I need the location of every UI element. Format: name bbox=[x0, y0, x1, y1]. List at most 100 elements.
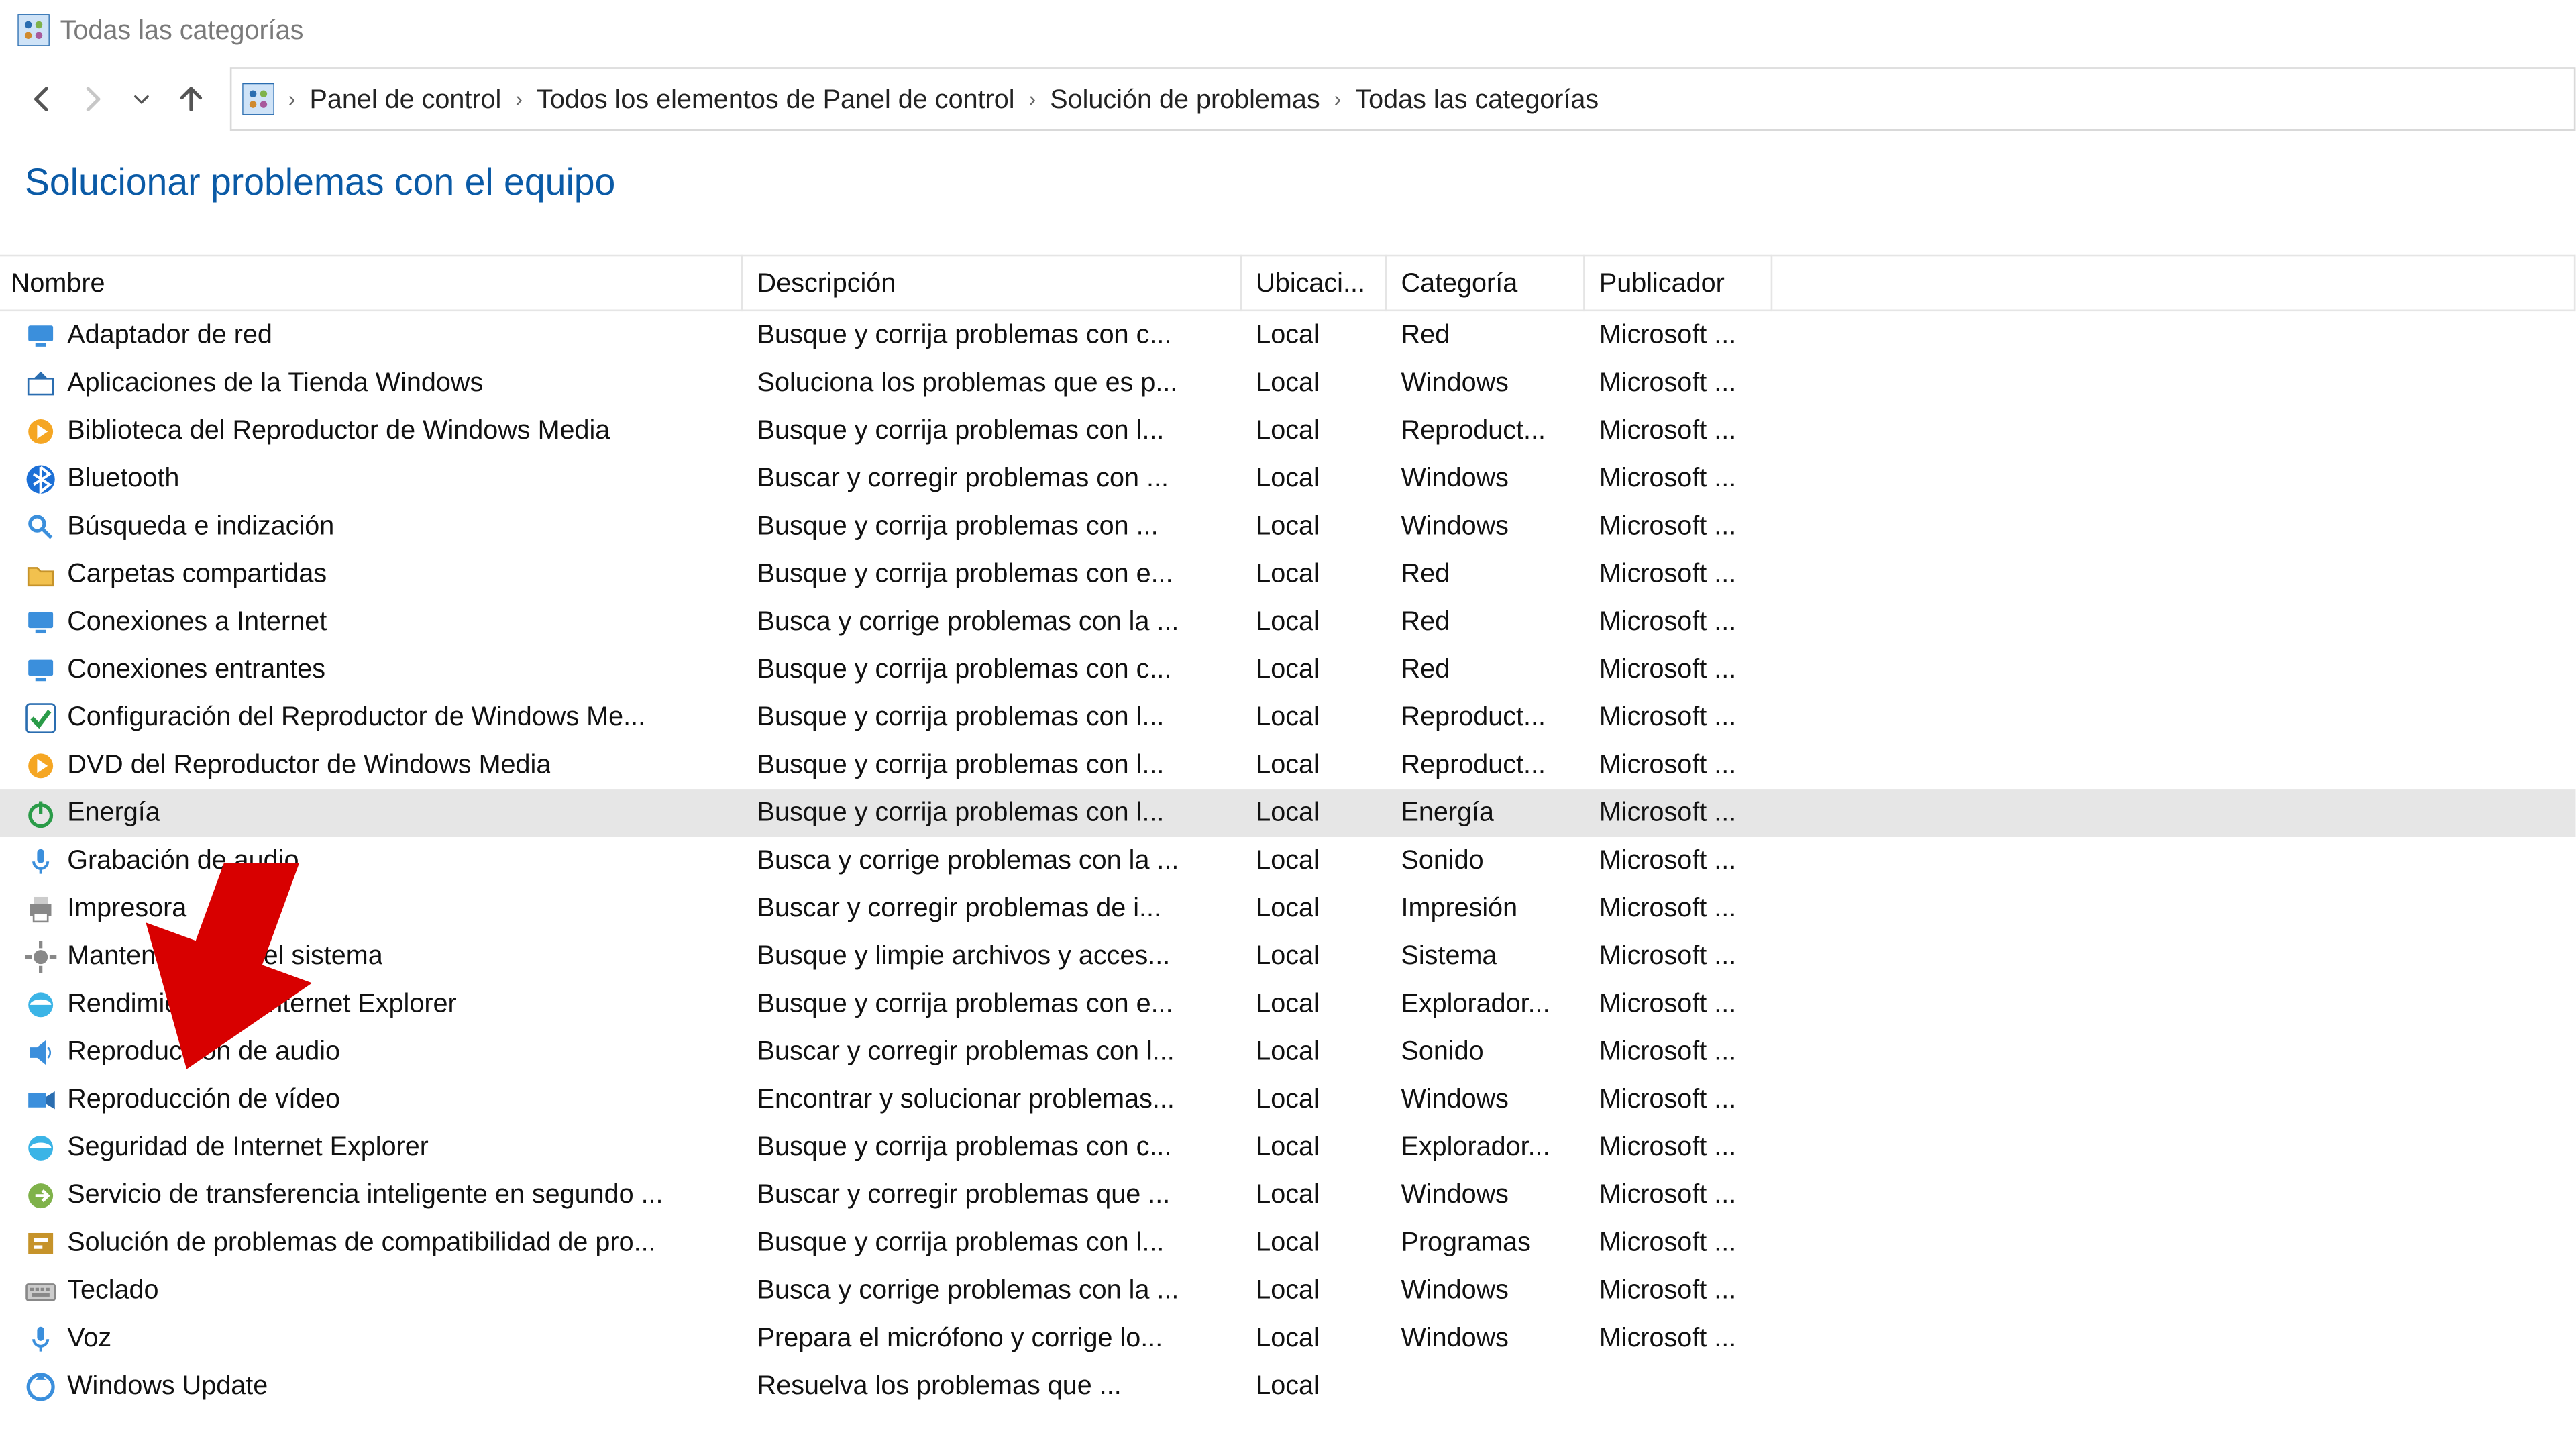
item-category: Windows bbox=[1401, 1275, 1509, 1305]
list-item[interactable]: BluetoothBuscar y corregir problemas con… bbox=[0, 455, 2575, 502]
item-category: Reproduct... bbox=[1401, 416, 1546, 446]
store-icon bbox=[25, 367, 56, 398]
list-item[interactable]: TecladoBusca y corrige problemas con la … bbox=[0, 1267, 2575, 1314]
item-category: Red bbox=[1401, 320, 1450, 350]
chevron-right-icon[interactable]: › bbox=[512, 87, 526, 111]
list-item[interactable]: DVD del Reproductor de Windows MediaBusq… bbox=[0, 741, 2575, 789]
wmp-icon bbox=[25, 749, 56, 781]
item-name: Mantenimiento del sistema bbox=[67, 941, 382, 971]
item-name: Rendimiento de Internet Explorer bbox=[67, 989, 456, 1019]
item-category: Windows bbox=[1401, 1084, 1509, 1114]
list-item[interactable]: Rendimiento de Internet ExplorerBusque y… bbox=[0, 980, 2575, 1028]
chevron-right-icon[interactable]: › bbox=[1330, 87, 1344, 111]
item-name: Servicio de transferencia inteligente en… bbox=[67, 1180, 663, 1210]
item-name: Búsqueda e indización bbox=[67, 511, 334, 541]
item-publisher: Microsoft ... bbox=[1599, 320, 1736, 350]
item-publisher: Microsoft ... bbox=[1599, 606, 1736, 637]
list-item[interactable]: Conexiones entrantesBusque y corrija pro… bbox=[0, 646, 2575, 694]
item-location: Local bbox=[1256, 798, 1320, 828]
page-title: Solucionar problemas con el equipo bbox=[0, 138, 2575, 205]
item-location: Local bbox=[1256, 1323, 1320, 1353]
list-item[interactable]: Mantenimiento del sistemaBusque y limpie… bbox=[0, 932, 2575, 980]
wmp-icon bbox=[25, 415, 56, 446]
recent-locations-dropdown[interactable] bbox=[117, 74, 166, 124]
mic-icon bbox=[25, 1322, 56, 1354]
item-publisher: Microsoft ... bbox=[1599, 1132, 1736, 1163]
item-desc: Busque y corrija problemas con l... bbox=[757, 416, 1165, 446]
item-desc: Busca y corrige problemas con la ... bbox=[757, 606, 1179, 637]
breadcrumb-segment[interactable]: Solución de problemas bbox=[1039, 84, 1330, 114]
breadcrumb-segment[interactable]: Todos los elementos de Panel de control bbox=[526, 84, 1025, 114]
chevron-right-icon[interactable]: › bbox=[285, 87, 299, 111]
column-header-publisher[interactable]: Publicador bbox=[1585, 255, 1773, 311]
item-category: Explorador... bbox=[1401, 989, 1550, 1019]
item-publisher: Microsoft ... bbox=[1599, 1323, 1736, 1353]
list-item[interactable]: Biblioteca del Reproductor de Windows Me… bbox=[0, 407, 2575, 455]
item-category: Windows bbox=[1401, 464, 1509, 494]
item-desc: Buscar y corregir problemas con ... bbox=[757, 464, 1169, 494]
video-icon bbox=[25, 1083, 56, 1115]
item-location: Local bbox=[1256, 1084, 1320, 1114]
list-item[interactable]: Solución de problemas de compatibilidad … bbox=[0, 1219, 2575, 1267]
item-publisher: Microsoft ... bbox=[1599, 655, 1736, 685]
column-header-category[interactable]: Categoría bbox=[1387, 255, 1585, 311]
item-name: Seguridad de Internet Explorer bbox=[67, 1132, 429, 1163]
list-item[interactable]: Carpetas compartidasBusque y corrija pro… bbox=[0, 550, 2575, 598]
item-category: Windows bbox=[1401, 1323, 1509, 1353]
item-location: Local bbox=[1256, 845, 1320, 875]
item-category: Reproduct... bbox=[1401, 702, 1546, 733]
chevron-right-icon[interactable]: › bbox=[1025, 87, 1039, 111]
address-bar[interactable]: › Panel de control › Todos los elementos… bbox=[230, 67, 2576, 131]
item-desc: Encontrar y solucionar problemas... bbox=[757, 1084, 1175, 1114]
list-item[interactable]: Conexiones a InternetBusca y corrige pro… bbox=[0, 598, 2575, 645]
item-publisher: Microsoft ... bbox=[1599, 894, 1736, 924]
item-publisher: Microsoft ... bbox=[1599, 798, 1736, 828]
item-name: Voz bbox=[67, 1323, 111, 1353]
item-location: Local bbox=[1256, 894, 1320, 924]
item-location: Local bbox=[1256, 1275, 1320, 1305]
item-publisher: Microsoft ... bbox=[1599, 989, 1736, 1019]
column-header-location[interactable]: Ubicaci... bbox=[1242, 255, 1387, 311]
list-item[interactable]: Adaptador de redBusque y corrija problem… bbox=[0, 311, 2575, 359]
list-item[interactable]: Reproducción de audioBuscar y corregir p… bbox=[0, 1028, 2575, 1075]
item-name: Configuración del Reproductor de Windows… bbox=[67, 702, 645, 733]
list-item[interactable]: Reproducción de vídeoEncontrar y solucio… bbox=[0, 1075, 2575, 1123]
forward-button[interactable] bbox=[67, 74, 117, 124]
back-button[interactable] bbox=[17, 74, 67, 124]
column-header-desc[interactable]: Descripción bbox=[743, 255, 1242, 311]
item-location: Local bbox=[1256, 989, 1320, 1019]
item-publisher: Microsoft ... bbox=[1599, 1228, 1736, 1258]
list-item[interactable]: Configuración del Reproductor de Windows… bbox=[0, 694, 2575, 741]
column-header-name[interactable]: Nombre bbox=[0, 255, 743, 311]
item-category: Windows bbox=[1401, 511, 1509, 541]
item-category: Sonido bbox=[1401, 845, 1484, 875]
item-name: Solución de problemas de compatibilidad … bbox=[67, 1228, 655, 1258]
network-icon bbox=[25, 319, 56, 351]
list-item[interactable]: Aplicaciones de la Tienda WindowsSolucio… bbox=[0, 359, 2575, 407]
item-location: Local bbox=[1256, 368, 1320, 398]
up-button[interactable] bbox=[166, 74, 216, 124]
list-item[interactable]: EnergíaBusque y corrija problemas con l.… bbox=[0, 789, 2575, 837]
window-title: Todas las categorías bbox=[60, 15, 304, 45]
speaker-icon bbox=[25, 1036, 56, 1067]
item-location: Local bbox=[1256, 655, 1320, 685]
list-item[interactable]: VozPrepara el micrófono y corrige lo...L… bbox=[0, 1314, 2575, 1362]
item-name: Reproducción de audio bbox=[67, 1036, 340, 1067]
gear-icon bbox=[25, 941, 56, 972]
list-item[interactable]: Servicio de transferencia inteligente en… bbox=[0, 1171, 2575, 1219]
list-item[interactable]: ImpresoraBuscar y corregir problemas de … bbox=[0, 885, 2575, 932]
item-name: Biblioteca del Reproductor de Windows Me… bbox=[67, 416, 610, 446]
update-icon bbox=[25, 1370, 56, 1401]
item-location: Local bbox=[1256, 559, 1320, 589]
list-item[interactable]: Grabación de audioBusca y corrige proble… bbox=[0, 837, 2575, 884]
list-item[interactable]: Windows UpdateResuelva los problemas que… bbox=[0, 1362, 2575, 1409]
list-item[interactable]: Búsqueda e indizaciónBusque y corrija pr… bbox=[0, 502, 2575, 550]
item-location: Local bbox=[1256, 606, 1320, 637]
breadcrumb-segment[interactable]: Panel de control bbox=[299, 84, 513, 114]
breadcrumb-segment[interactable]: Todas las categorías bbox=[1345, 84, 1609, 114]
item-category: Energía bbox=[1401, 798, 1495, 828]
item-publisher: Microsoft ... bbox=[1599, 1084, 1736, 1114]
list-item[interactable]: Seguridad de Internet ExplorerBusque y c… bbox=[0, 1123, 2575, 1171]
item-desc: Busque y corrija problemas con c... bbox=[757, 320, 1172, 350]
search-icon bbox=[25, 511, 56, 542]
